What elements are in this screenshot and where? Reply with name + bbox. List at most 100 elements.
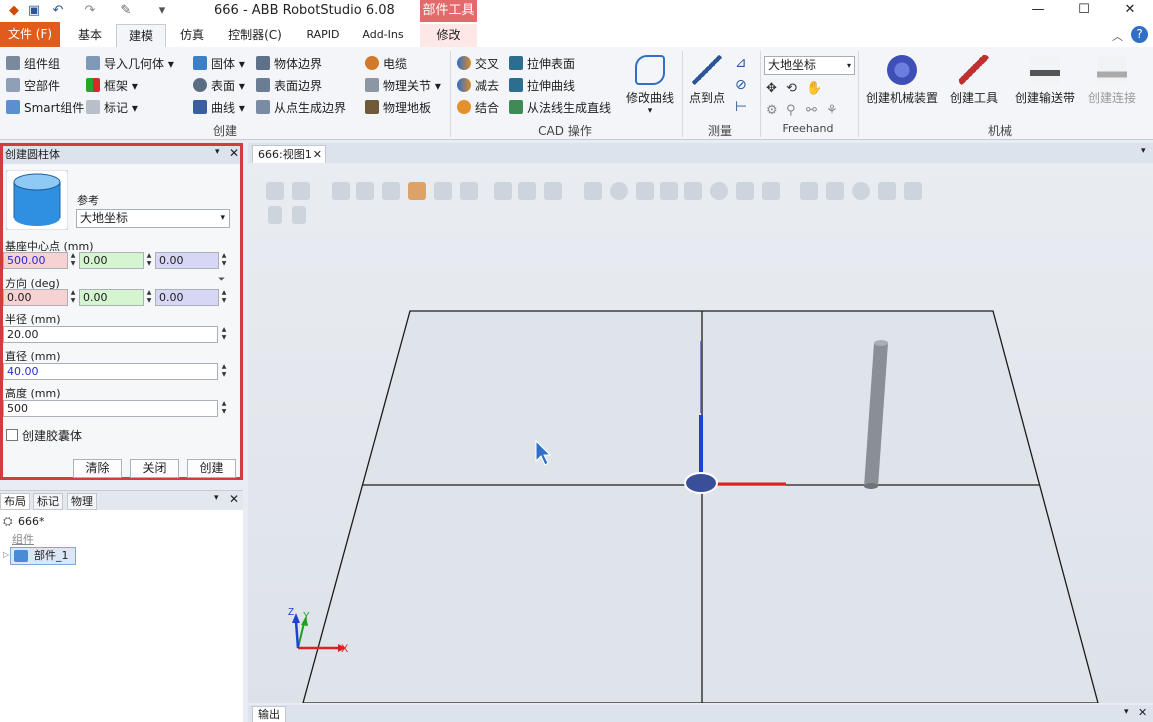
tab-view1[interactable]: 666:视图1 ✕ — [252, 145, 326, 163]
tool-icon[interactable]: ✎ — [118, 3, 134, 19]
freehand-reference-select[interactable]: 大地坐标 ▾ — [764, 56, 855, 75]
create-tool-button[interactable]: 创建工具 — [946, 55, 1002, 106]
jog-joint-icon[interactable]: ⚙ — [766, 103, 778, 118]
surface-boundary-button[interactable]: 表面边界 — [256, 76, 322, 96]
panel-close-icon[interactable]: ✕ — [229, 146, 239, 160]
customize-toolbar-icon[interactable]: ▾ — [154, 3, 170, 19]
frame-button[interactable]: 框架 ▾ — [86, 76, 138, 96]
rotate-icon[interactable]: ⟲ — [786, 81, 797, 96]
3d-viewport[interactable]: X Y Z — [248, 163, 1153, 703]
radius-spinner[interactable]: ▲ ▼ — [220, 326, 228, 343]
reference-select[interactable]: 大地坐标 ▾ — [76, 209, 230, 228]
orientation-expand-icon[interactable]: ⏷ — [218, 275, 225, 285]
ribbon: 组件组 空部件 Smart组件 导入几何体 ▾ 框架 ▾ 标记 ▾ 固体 ▾ 表… — [0, 47, 1153, 140]
output-options-icon[interactable]: ▾ — [1124, 707, 1129, 717]
multi-robot-jog-icon[interactable]: ⚘ — [826, 103, 838, 118]
intersect-button[interactable]: 交叉 — [457, 54, 499, 74]
base-center-x-spinner[interactable]: ▲ ▼ — [69, 252, 77, 269]
angle-icon[interactable]: ⊿ — [735, 55, 747, 71]
tag-button[interactable]: 标记 ▾ — [86, 98, 138, 118]
orientation-x-input[interactable]: 0.00 — [3, 289, 68, 306]
station-name[interactable]: 666* — [18, 515, 45, 528]
document-tabs-menu-icon[interactable]: ▾ — [1141, 146, 1146, 156]
orientation-z-input[interactable]: 0.00 — [155, 289, 219, 306]
height-label: 高度 (mm) — [5, 387, 61, 400]
tree-item-part[interactable]: 部件_1 — [10, 547, 76, 565]
jog-linear-icon[interactable]: ⚲ — [786, 103, 796, 118]
clear-button[interactable]: 清除 — [73, 459, 122, 478]
orientation-x-spinner[interactable]: ▲ ▼ — [69, 289, 77, 306]
solid-button[interactable]: 固体 ▾ — [193, 54, 245, 74]
empty-part-button[interactable]: 空部件 — [6, 76, 60, 96]
maximize-button[interactable]: ☐ — [1061, 0, 1107, 22]
help-icon[interactable]: ? — [1131, 26, 1148, 43]
tab-simulation[interactable]: 仿真 — [172, 24, 212, 47]
diameter-icon[interactable]: ⊘ — [735, 77, 747, 93]
tab-basic[interactable]: 基本 — [70, 24, 110, 47]
orientation-y-input[interactable]: 0.00 — [79, 289, 144, 306]
move-icon[interactable]: ✥ — [766, 81, 777, 96]
hand-icon[interactable]: ✋ — [806, 81, 822, 96]
base-center-z-input[interactable]: 0.00 — [155, 252, 219, 269]
tab-rapid[interactable]: RAPID — [300, 24, 346, 47]
line-from-normal-button[interactable]: 从法线生成直线 — [509, 98, 611, 118]
base-center-z-spinner[interactable]: ▲ ▼ — [220, 252, 228, 269]
undo-icon[interactable]: ↶ — [50, 3, 66, 19]
distance-icon[interactable]: ⊢ — [735, 99, 747, 115]
tab-controller[interactable]: 控制器(C) — [222, 24, 288, 47]
layout-options-icon[interactable]: ▾ — [214, 493, 219, 503]
close-button[interactable]: ✕ — [1107, 0, 1153, 22]
collapse-ribbon-icon[interactable]: ︿ — [1112, 28, 1123, 44]
redo-icon[interactable]: ↷ — [82, 3, 98, 19]
radius-input[interactable]: 20.00 — [3, 326, 218, 343]
surface-button[interactable]: 表面 ▾ — [193, 76, 245, 96]
cable-button[interactable]: 电缆 — [365, 54, 407, 74]
tab-tags[interactable]: 标记 — [33, 493, 63, 510]
smart-component-button[interactable]: Smart组件 — [6, 98, 84, 118]
body-boundary-button[interactable]: 物体边界 — [256, 54, 322, 74]
output-close-icon[interactable]: ✕ — [1138, 706, 1147, 719]
diameter-spinner[interactable]: ▲ ▼ — [220, 363, 228, 380]
capsule-checkbox[interactable] — [6, 429, 18, 441]
diameter-input[interactable]: 40.00 — [3, 363, 218, 380]
extrude-curve-button[interactable]: 拉伸曲线 — [509, 76, 575, 96]
minimize-button[interactable]: — — [1015, 0, 1061, 22]
height-input[interactable]: 500 — [3, 400, 218, 417]
base-center-y-spinner[interactable]: ▲ ▼ — [145, 252, 153, 269]
close-panel-button[interactable]: 关闭 — [130, 459, 179, 478]
expand-icon[interactable]: ▷ — [3, 550, 9, 559]
tab-modeling[interactable]: 建模 — [116, 24, 166, 47]
curve-button[interactable]: 曲线 ▾ — [193, 98, 245, 118]
ribbon-separator — [760, 51, 761, 137]
tab-modify[interactable]: 修改 — [420, 24, 477, 47]
base-center-x-input[interactable]: 500.00 — [3, 252, 68, 269]
base-center-y-input[interactable]: 0.00 — [79, 252, 144, 269]
tab-addins[interactable]: Add-Ins — [356, 24, 410, 47]
tab-file[interactable]: 文件 (F) — [0, 22, 60, 47]
physics-joint-button[interactable]: 物理关节 ▾ — [365, 76, 441, 96]
context-tab-group-title: 部件工具 — [420, 0, 477, 22]
jog-reorient-icon[interactable]: ⚯ — [806, 103, 817, 118]
layout-close-icon[interactable]: ✕ — [229, 492, 239, 506]
union-button[interactable]: 结合 — [457, 98, 499, 118]
create-button[interactable]: 创建 — [187, 459, 236, 478]
tab-layout[interactable]: 布局 — [0, 493, 30, 510]
point-to-point-button[interactable]: 点到点 — [685, 55, 729, 106]
component-group-button[interactable]: 组件组 — [6, 54, 60, 74]
import-geometry-button[interactable]: 导入几何体 ▾ — [86, 54, 174, 74]
modify-curve-button[interactable]: 修改曲线 ▾ — [622, 55, 678, 116]
height-spinner[interactable]: ▲ ▼ — [220, 400, 228, 417]
orientation-z-spinner[interactable]: ▲ ▼ — [220, 289, 228, 306]
orientation-y-spinner[interactable]: ▲ ▼ — [145, 289, 153, 306]
create-connection-button[interactable]: 创建连接 — [1082, 55, 1142, 106]
physics-floor-button[interactable]: 物理地板 — [365, 98, 431, 118]
save-icon[interactable]: ▣ — [26, 3, 42, 19]
panel-options-icon[interactable]: ▾ — [215, 147, 220, 157]
tab-output[interactable]: 输出 — [252, 706, 286, 722]
create-conveyor-button[interactable]: 创建输送带 — [1010, 55, 1080, 106]
tab-physics[interactable]: 物理 — [67, 493, 97, 510]
subtract-button[interactable]: 减去 — [457, 76, 499, 96]
boundary-from-points-button[interactable]: 从点生成边界 — [256, 98, 346, 118]
create-mechanism-button[interactable]: 创建机械装置 — [862, 55, 942, 106]
extrude-surface-button[interactable]: 拉伸表面 — [509, 54, 575, 74]
